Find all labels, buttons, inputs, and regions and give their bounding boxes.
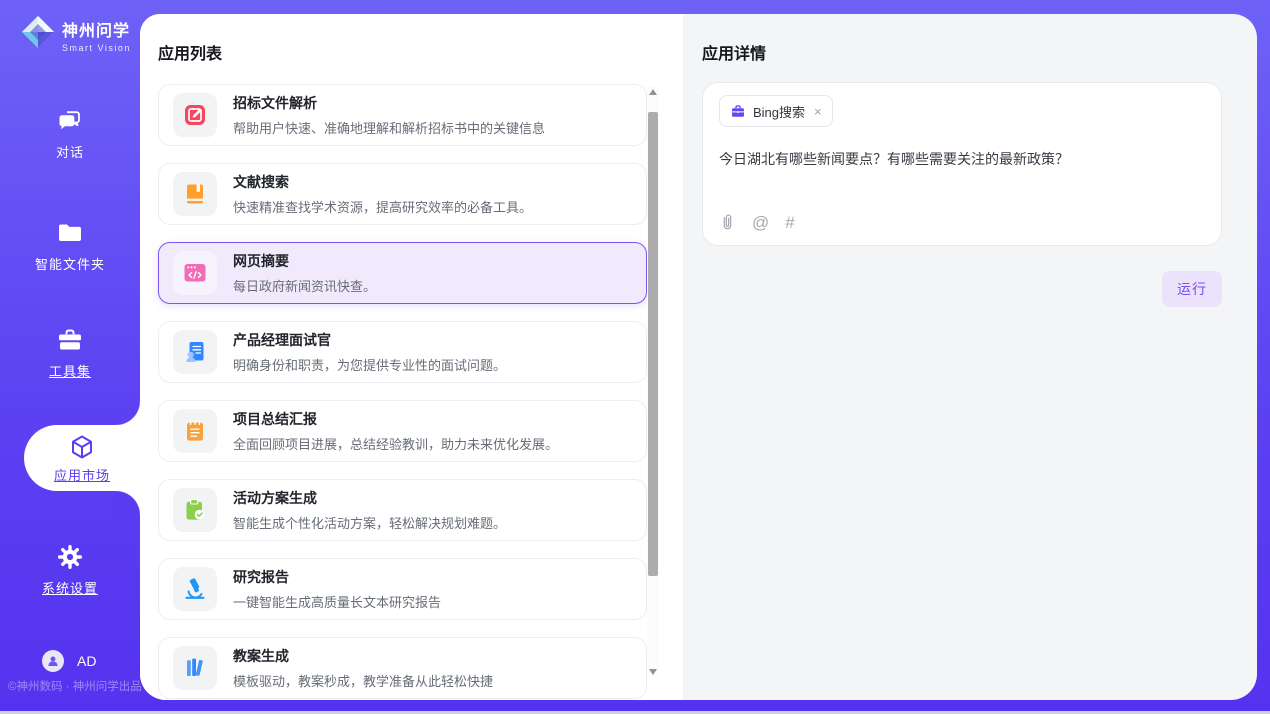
chat-icon bbox=[55, 106, 85, 136]
sidebar: 神州问学 Smart Vision 对话 智能文件夹 工具集 bbox=[0, 0, 140, 711]
prompt-text[interactable]: 今日湖北有哪些新闻要点？有哪些需要关注的最新政策？ bbox=[719, 149, 1199, 169]
run-button[interactable]: 运行 bbox=[1162, 271, 1222, 307]
prompt-card: Bing搜索 × 今日湖北有哪些新闻要点？有哪些需要关注的最新政策？ @ # bbox=[702, 82, 1222, 246]
paperclip-icon[interactable] bbox=[719, 213, 736, 233]
hash-icon[interactable]: # bbox=[785, 213, 794, 233]
app-card-webpage-summary[interactable]: 网页摘要 每日政府新闻资讯快查。 bbox=[158, 242, 647, 304]
sidebar-item-chat[interactable]: 对话 bbox=[0, 106, 140, 161]
app-card-desc: 明确身份和职责，为您提供专业性的面试问题。 bbox=[233, 355, 506, 374]
interview-doc-icon bbox=[182, 339, 208, 365]
sidebar-item-settings[interactable]: 系统设置 bbox=[0, 542, 140, 597]
main-content: 应用列表 招标文件解析 帮助用户快速、准确地理解和解析招标书中的关键信息 bbox=[140, 14, 1257, 700]
app-card-pm-interviewer[interactable]: 产品经理面试官 明确身份和职责，为您提供专业性的面试问题。 bbox=[158, 321, 647, 383]
brand-subtitle: Smart Vision bbox=[62, 43, 131, 53]
user-initials: AD bbox=[77, 653, 96, 669]
app-card-research-report[interactable]: 研究报告 一键智能生成高质量长文本研究报告 bbox=[158, 558, 647, 620]
user-account[interactable]: AD bbox=[42, 650, 96, 672]
tool-tag-bing[interactable]: Bing搜索 × bbox=[719, 95, 833, 127]
app-card-title: 项目总结汇报 bbox=[233, 409, 558, 429]
app-card-desc: 全面回顾项目进展，总结经验教训，助力未来优化发展。 bbox=[233, 434, 558, 453]
gear-icon bbox=[55, 542, 85, 572]
app-cards: 招标文件解析 帮助用户快速、准确地理解和解析招标书中的关键信息 文献搜索 快速精… bbox=[158, 84, 647, 700]
tag-remove-icon[interactable]: × bbox=[814, 104, 822, 119]
folder-icon bbox=[55, 218, 85, 248]
app-list-title: 应用列表 bbox=[158, 40, 222, 64]
bookshelf-icon bbox=[182, 655, 208, 681]
app-card-bid-parse[interactable]: 招标文件解析 帮助用户快速、准确地理解和解析招标书中的关键信息 bbox=[158, 84, 647, 146]
app-card-activity-plan[interactable]: 活动方案生成 智能生成个性化活动方案，轻松解决规划难题。 bbox=[158, 479, 647, 541]
sidebar-item-toolset[interactable]: 工具集 bbox=[0, 325, 140, 380]
app-shell: 神州问学 Smart Vision 对话 智能文件夹 工具集 bbox=[0, 0, 1270, 711]
brand-logo: 神州问学 Smart Vision bbox=[20, 14, 131, 55]
app-card-title: 网页摘要 bbox=[233, 251, 376, 271]
app-detail-pane: 应用详情 Bing搜索 × 今日湖北有哪些新闻要点？有哪些需要关注的最新政策？ bbox=[683, 14, 1257, 700]
brand-name: 神州问学 bbox=[62, 17, 131, 41]
app-card-project-summary[interactable]: 项目总结汇报 全面回顾项目进展，总结经验教训，助力未来优化发展。 bbox=[158, 400, 647, 462]
scrollbar-down-icon[interactable] bbox=[649, 669, 657, 675]
user-icon bbox=[46, 654, 60, 668]
app-card-title: 招标文件解析 bbox=[233, 93, 545, 113]
avatar bbox=[42, 650, 64, 672]
cube-icon bbox=[67, 432, 97, 462]
toolbox-icon bbox=[55, 325, 85, 355]
app-card-title: 产品经理面试官 bbox=[233, 330, 506, 350]
scrollbar-up-icon[interactable] bbox=[649, 89, 657, 95]
app-card-title: 文献搜索 bbox=[233, 172, 532, 192]
copyright-text: ©神州数码 · 神州问学出品 bbox=[8, 678, 142, 694]
app-list-pane: 应用列表 招标文件解析 帮助用户快速、准确地理解和解析招标书中的关键信息 bbox=[140, 14, 683, 700]
sidebar-item-smart-folder[interactable]: 智能文件夹 bbox=[0, 218, 140, 273]
app-card-title: 教案生成 bbox=[233, 646, 493, 666]
app-card-literature-search[interactable]: 文献搜索 快速精准查找学术资源，提高研究效率的必备工具。 bbox=[158, 163, 647, 225]
app-card-title: 活动方案生成 bbox=[233, 488, 506, 508]
at-icon[interactable]: @ bbox=[752, 213, 769, 233]
app-detail-title: 应用详情 bbox=[702, 40, 766, 64]
app-card-desc: 智能生成个性化活动方案，轻松解决规划难题。 bbox=[233, 513, 506, 532]
app-card-title: 研究报告 bbox=[233, 567, 441, 587]
attachment-toolbar: @ # bbox=[719, 213, 795, 233]
sidebar-item-app-market[interactable]: 应用市场 bbox=[24, 425, 140, 491]
app-card-desc: 一键智能生成高质量长文本研究报告 bbox=[233, 592, 441, 611]
brand-diamond-icon bbox=[20, 14, 56, 55]
app-card-desc: 模板驱动，教案秒成，教学准备从此轻松快捷 bbox=[233, 671, 493, 690]
clipboard-check-icon bbox=[182, 497, 208, 523]
book-icon bbox=[182, 181, 208, 207]
webpage-code-icon bbox=[182, 260, 208, 286]
edit-square-icon bbox=[182, 102, 208, 128]
app-card-desc: 快速精准查找学术资源，提高研究效率的必备工具。 bbox=[233, 197, 532, 216]
notepad-icon bbox=[182, 418, 208, 444]
scrollbar-thumb[interactable] bbox=[648, 112, 658, 576]
tool-tag-label: Bing搜索 bbox=[753, 102, 805, 121]
app-card-lesson-plan[interactable]: 教案生成 模板驱动，教案秒成，教学准备从此轻松快捷 bbox=[158, 637, 647, 699]
app-list-scrollbar[interactable] bbox=[647, 86, 659, 678]
microscope-icon bbox=[182, 576, 208, 602]
app-card-desc: 帮助用户快速、准确地理解和解析招标书中的关键信息 bbox=[233, 118, 545, 137]
briefcase-icon bbox=[730, 103, 746, 119]
app-card-desc: 每日政府新闻资讯快查。 bbox=[233, 276, 376, 295]
